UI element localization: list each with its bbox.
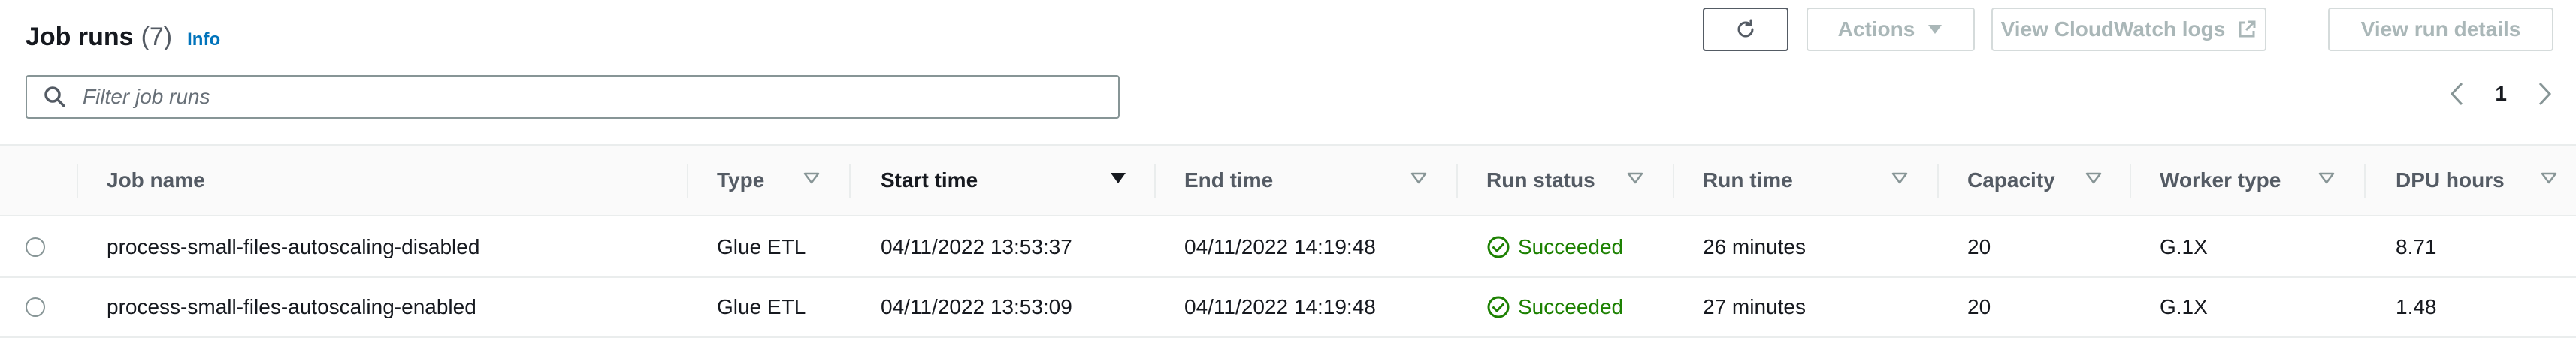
sort-icon — [1627, 172, 1643, 184]
view-cloudwatch-logs-button[interactable]: View CloudWatch logs — [1991, 8, 2266, 51]
cell-run-time: 27 minutes — [1703, 295, 1806, 318]
sort-icon — [2085, 172, 2102, 184]
chevron-right-icon[interactable] — [2535, 81, 2553, 107]
sort-icon — [1410, 172, 1427, 184]
sort-descending-icon — [1111, 173, 1126, 183]
actions-label: Actions — [1837, 17, 1915, 41]
column-header-worker-type[interactable]: Worker type — [2160, 146, 2345, 215]
cell-job-name: process-small-files-autoscaling-enabled — [107, 295, 476, 318]
column-header-start-time[interactable]: Start time — [881, 146, 1136, 215]
cell-dpu-hours: 1.48 — [2396, 295, 2437, 318]
table-column-headers: Job name Type Start time End time Run st… — [0, 144, 2576, 216]
page-title: Job runs — [26, 23, 134, 51]
sort-icon — [2318, 172, 2335, 184]
cell-end-time: 04/11/2022 14:19:48 — [1184, 295, 1376, 318]
column-header-job-name[interactable]: Job name — [107, 146, 205, 215]
cell-type: Glue ETL — [717, 295, 806, 318]
actions-button[interactable]: Actions — [1807, 8, 1975, 51]
refresh-button[interactable] — [1703, 8, 1788, 51]
row-select-radio[interactable] — [26, 297, 45, 317]
column-header-run-status[interactable]: Run status — [1486, 146, 1656, 215]
cell-run-status: Succeeded — [1486, 218, 1623, 276]
cell-job-name: process-small-files-autoscaling-disabled — [107, 235, 480, 258]
current-page[interactable]: 1 — [2495, 82, 2507, 106]
table-row[interactable]: process-small-files-autoscaling-disabled… — [0, 218, 2576, 278]
column-header-dpu-hours[interactable]: DPU hours — [2396, 146, 2567, 215]
cell-capacity: 20 — [1967, 295, 1991, 318]
chevron-left-icon[interactable] — [2448, 81, 2466, 107]
column-header-run-time[interactable]: Run time — [1703, 146, 1910, 215]
cell-run-time: 26 minutes — [1703, 235, 1806, 258]
status-text: Succeeded — [1518, 235, 1624, 258]
cloudwatch-label: View CloudWatch logs — [2000, 17, 2226, 41]
column-header-capacity[interactable]: Capacity — [1967, 146, 2107, 215]
pagination: 1 — [2448, 81, 2553, 107]
sort-icon — [2541, 172, 2557, 184]
view-run-details-button[interactable]: View run details — [2328, 8, 2553, 51]
cell-start-time: 04/11/2022 13:53:37 — [881, 235, 1072, 258]
cell-run-status: Succeeded — [1486, 278, 1623, 336]
status-text: Succeeded — [1518, 295, 1624, 318]
cell-start-time: 04/11/2022 13:53:09 — [881, 295, 1072, 318]
table-row[interactable]: process-small-files-autoscaling-enabled … — [0, 278, 2576, 338]
filter-search-box[interactable] — [26, 75, 1120, 119]
search-icon — [44, 86, 65, 107]
sort-icon — [1891, 172, 1908, 184]
table-header: Job runs (7) Info — [26, 23, 220, 52]
info-link[interactable]: Info — [187, 29, 220, 50]
row-select-radio[interactable] — [26, 237, 45, 257]
check-circle-icon — [1487, 236, 1510, 258]
cell-worker-type: G.1X — [2160, 295, 2208, 318]
run-details-label: View run details — [2360, 17, 2521, 41]
sort-icon — [803, 172, 820, 184]
cell-worker-type: G.1X — [2160, 235, 2208, 258]
caret-down-icon — [1928, 25, 1943, 34]
cell-end-time: 04/11/2022 14:19:48 — [1184, 235, 1376, 258]
cell-dpu-hours: 8.71 — [2396, 235, 2437, 258]
cell-capacity: 20 — [1967, 235, 1991, 258]
job-runs-count: (7) — [141, 23, 173, 51]
filter-job-runs-input[interactable] — [81, 84, 1061, 110]
column-header-end-time[interactable]: End time — [1184, 146, 1437, 215]
column-header-type[interactable]: Type — [717, 146, 822, 215]
external-link-icon — [2239, 20, 2256, 38]
cell-type: Glue ETL — [717, 235, 806, 258]
check-circle-icon — [1487, 296, 1510, 318]
refresh-icon — [1737, 19, 1754, 38]
